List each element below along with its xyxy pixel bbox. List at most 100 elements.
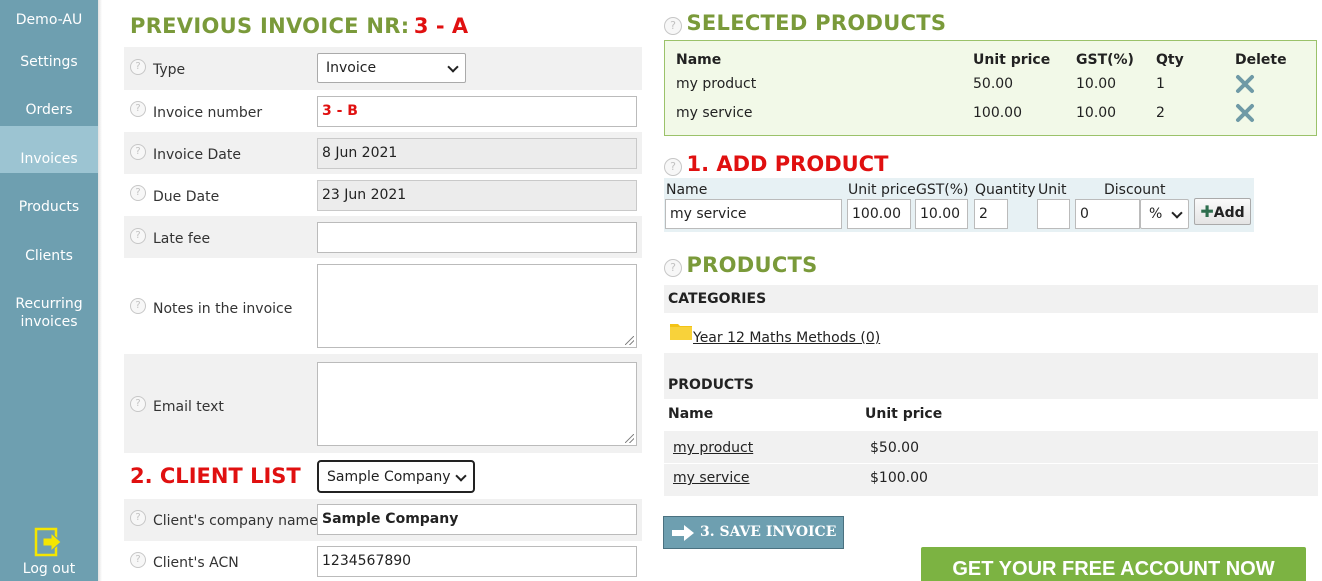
arrow-right-icon [672, 525, 694, 541]
col-header-delete: Delete [1235, 52, 1287, 68]
selected-row-gst: 10.00 [1076, 105, 1117, 121]
due-date-label: Due Date [153, 189, 220, 205]
help-icon[interactable]: ? [130, 185, 146, 201]
help-icon[interactable]: ? [130, 396, 146, 412]
invoice-number-input[interactable]: 3 - B [317, 96, 637, 127]
add-unit-input[interactable] [1037, 199, 1070, 229]
invoice-date-row: ? Invoice Date 8 Jun 2021 [124, 132, 642, 174]
categories-label: CATEGORIES [668, 291, 767, 307]
email-text-label: Email text [153, 399, 224, 415]
add-discount-input[interactable]: 0 [1075, 199, 1140, 229]
sidebar-item-products[interactable]: Products [0, 198, 98, 216]
notes-textarea[interactable] [317, 264, 637, 348]
folder-icon [670, 324, 692, 340]
resize-grip-icon[interactable] [625, 336, 634, 345]
add-unit-price-input[interactable]: 100.00 [847, 199, 911, 229]
add-product-form: Name Unit price GST(%) Quantity Unit Dis… [664, 178, 1254, 232]
resize-grip-icon[interactable] [625, 434, 634, 443]
products-col-unit-price: Unit price [865, 406, 943, 422]
discount-type-value: % [1149, 206, 1163, 222]
notes-label: Notes in the invoice [153, 301, 293, 317]
products-title: PRODUCTS [686, 253, 818, 277]
acn-input[interactable]: 1234567890 [317, 546, 637, 577]
sidebar-item-clients[interactable]: Clients [0, 247, 98, 265]
sidebar-item-recurring-invoices[interactable]: Recurring invoices [0, 295, 98, 331]
selected-row-unit-price: 100.00 [973, 105, 1022, 121]
add-gst-label: GST(%) [916, 182, 969, 198]
previous-invoice-label: PREVIOUS INVOICE NR: [130, 14, 410, 38]
sidebar: Demo-AU Settings Orders Invoices Product… [0, 0, 102, 581]
free-account-button[interactable]: GET YOUR FREE ACCOUNT NOW [921, 547, 1306, 581]
product-link[interactable]: my product [673, 440, 753, 456]
sidebar-item-invoices[interactable]: Invoices [0, 126, 98, 173]
add-product-heading: ? 1. ADD PRODUCT [664, 152, 888, 176]
client-select-value: Sample Company [327, 469, 451, 485]
selected-row-gst: 10.00 [1076, 76, 1117, 92]
help-icon[interactable]: ? [130, 101, 146, 117]
add-quantity-label: Quantity [975, 182, 1036, 198]
help-icon[interactable]: ? [130, 59, 146, 75]
product-link[interactable]: my service [673, 470, 750, 486]
col-header-unit-price: Unit price [973, 52, 1051, 68]
add-quantity-input[interactable]: 2 [974, 199, 1008, 229]
help-icon[interactable]: ? [664, 158, 682, 176]
type-label: Type [153, 62, 186, 78]
sidebar-item-settings[interactable]: Settings [0, 53, 98, 71]
help-icon[interactable]: ? [130, 552, 146, 568]
type-select[interactable]: Invoice [317, 53, 466, 83]
help-icon[interactable]: ? [664, 259, 682, 277]
email-text-row: ? Email text [124, 354, 642, 453]
help-icon[interactable]: ? [130, 228, 146, 244]
selected-products-heading: ? SELECTED PRODUCTS [664, 11, 946, 35]
save-invoice-label: 3. SAVE INVOICE [700, 524, 837, 540]
late-fee-label: Late fee [153, 231, 211, 247]
delete-icon[interactable] [1235, 74, 1255, 94]
sidebar-shadow [98, 0, 102, 581]
selected-row-qty: 1 [1156, 76, 1165, 92]
plus-icon: ✚ [1200, 202, 1214, 221]
selected-products-table: Name Unit price GST(%) Qty Delete my pro… [664, 40, 1317, 136]
col-header-qty: Qty [1156, 52, 1184, 68]
company-name-row: ? Client's company name Sample Company [124, 499, 642, 541]
acn-row: ? Client's ACN 1234567890 [124, 541, 642, 581]
products-list-header: PRODUCTS Name Unit price [664, 353, 1318, 429]
invoice-number-label: Invoice number [153, 105, 263, 121]
help-icon[interactable]: ? [130, 298, 146, 314]
due-date-input[interactable]: 23 Jun 2021 [317, 180, 637, 211]
chevron-down-icon [1171, 207, 1183, 219]
add-product-button[interactable]: ✚Add [1194, 198, 1251, 225]
products-column-headers: Name Unit price [664, 399, 1318, 429]
add-gst-input[interactable]: 10.00 [915, 199, 968, 229]
previous-invoice-heading: PREVIOUS INVOICE NR: 3 - A [130, 14, 468, 38]
table-row: my service $100.00 [664, 464, 1318, 496]
notes-row: ? Notes in the invoice [124, 258, 642, 354]
categories-header-row: CATEGORIES [664, 285, 1318, 313]
sidebar-item-account[interactable]: Demo-AU [0, 11, 98, 29]
sidebar-item-orders[interactable]: Orders [0, 101, 98, 119]
help-icon[interactable]: ? [130, 510, 146, 526]
product-price: $100.00 [870, 470, 928, 486]
logout-button[interactable]: Log out [0, 527, 98, 577]
selected-row-name: my service [676, 105, 753, 121]
discount-type-select[interactable]: % [1140, 199, 1189, 229]
client-select[interactable]: Sample Company [317, 460, 475, 493]
type-row: ? Type Invoice [124, 47, 642, 90]
add-discount-label: Discount [1104, 182, 1166, 198]
invoice-date-input[interactable]: 8 Jun 2021 [317, 138, 637, 169]
category-link[interactable]: Year 12 Maths Methods (0) [693, 330, 880, 346]
chevron-down-icon [447, 61, 459, 73]
invoice-number-row: ? Invoice number 3 - B [124, 90, 642, 132]
late-fee-input[interactable] [317, 222, 637, 253]
email-textarea[interactable] [317, 362, 637, 446]
client-list-heading: 2. CLIENT LIST [130, 464, 301, 488]
save-invoice-button[interactable]: 3. SAVE INVOICE [663, 516, 844, 549]
add-name-input[interactable]: my service [665, 199, 842, 229]
company-name-label: Client's company name [153, 513, 318, 529]
delete-icon[interactable] [1235, 103, 1255, 123]
help-icon[interactable]: ? [664, 17, 682, 35]
chevron-down-icon [455, 470, 467, 482]
company-name-input[interactable]: Sample Company [317, 504, 637, 535]
selected-row-name: my product [676, 76, 757, 92]
help-icon[interactable]: ? [130, 144, 146, 160]
products-label: PRODUCTS [668, 377, 754, 393]
